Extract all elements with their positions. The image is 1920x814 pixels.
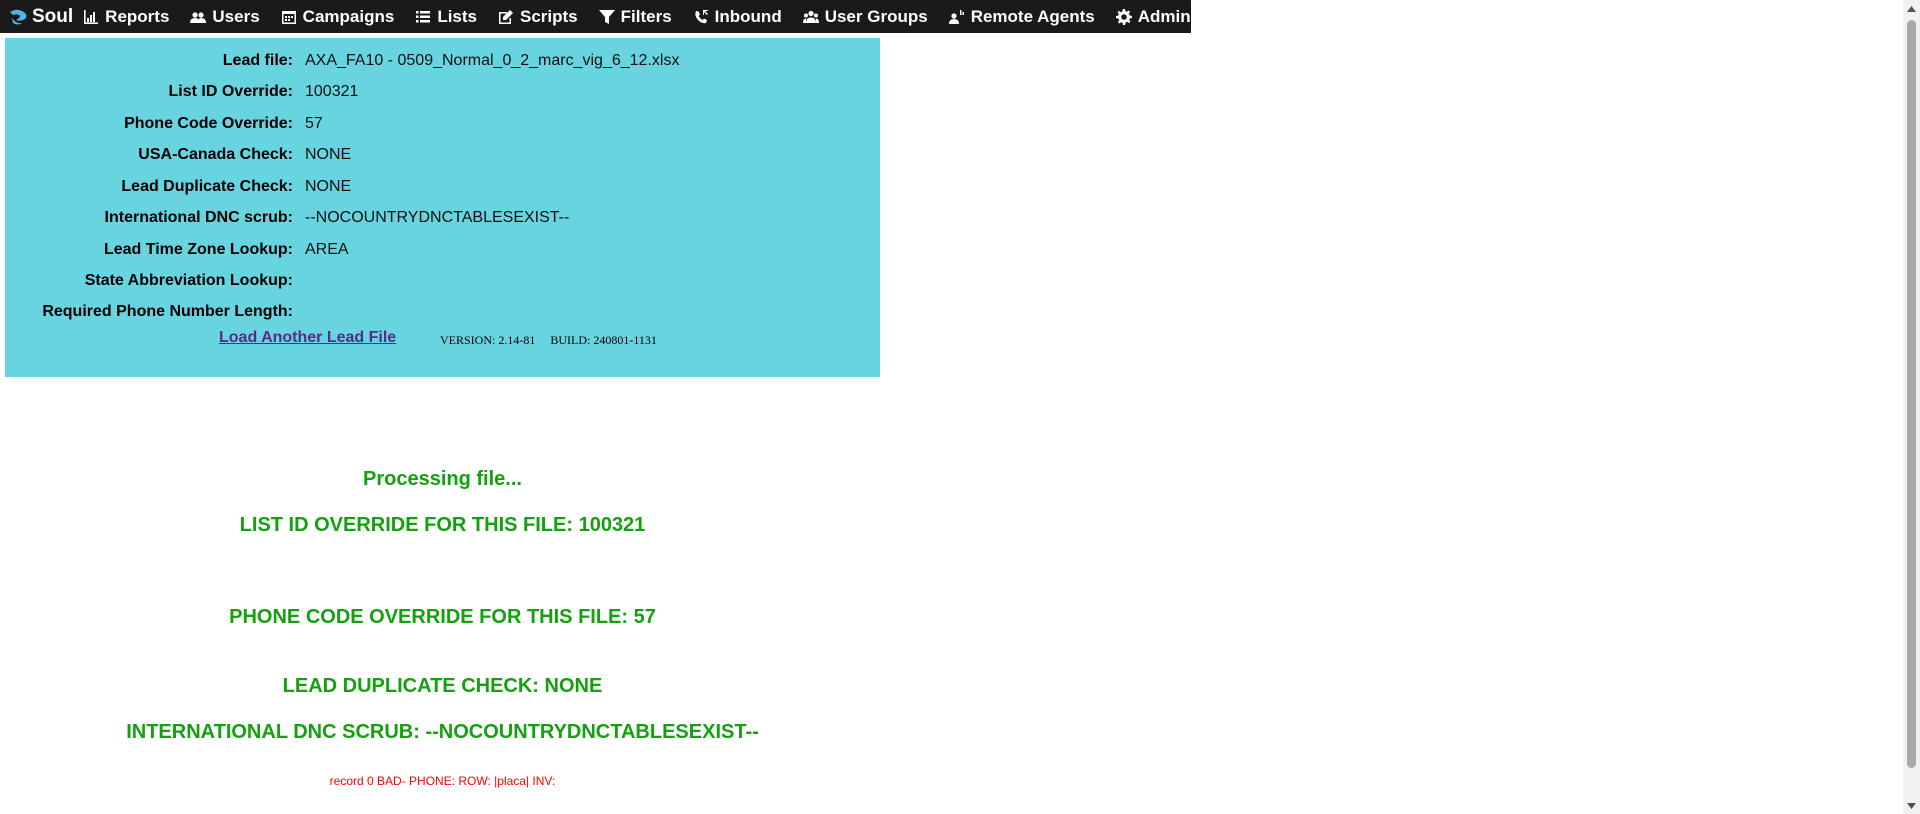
nav-item-campaigns[interactable]: Campaigns <box>280 0 395 33</box>
info-label: Lead Duplicate Check: <box>121 177 293 195</box>
info-label: Lead Time Zone Lookup: <box>103 240 293 258</box>
info-label: State Abbreviation Lookup: <box>84 271 293 289</box>
info-value: 57 <box>305 114 323 132</box>
info-value: --NOCOUNTRYDNCTABLESEXIST-- <box>305 208 570 226</box>
record-error-message: record 0 BAD- PHONE: ROW: |placa| INV: <box>329 774 556 788</box>
nav-label: Lists <box>437 6 477 26</box>
nav-label: Filters <box>620 6 672 26</box>
nav-label: User Groups <box>824 6 928 26</box>
remote-agent-icon <box>948 8 966 26</box>
page: Soul Reports Users Campaigns Lists Scrip… <box>0 0 1920 814</box>
lead-duplicate-check-message: LEAD DUPLICATE CHECK: NONE <box>282 675 603 697</box>
nav-item-scripts[interactable]: Scripts <box>497 0 578 33</box>
info-value: AREA <box>305 240 349 258</box>
nav-item-user-groups[interactable]: User Groups <box>802 0 928 33</box>
nav-label: Users <box>212 6 260 26</box>
info-value: 100321 <box>305 82 359 100</box>
nav-label: Reports <box>105 6 170 26</box>
nav-item-admin[interactable]: Admin <box>1115 0 1191 33</box>
lead-file-info-panel: Lead file: AXA_FA10 - 0509_Normal_0_2_ma… <box>5 38 880 377</box>
info-row-list-id-override: List ID Override: 100321 <box>5 76 880 107</box>
gear-icon <box>1115 8 1133 26</box>
nav-label: Inbound <box>714 6 782 26</box>
load-another-lead-file-link[interactable]: Load Another Lead File <box>219 329 396 347</box>
users-icon <box>189 8 207 26</box>
scrollbar-thumb[interactable] <box>1907 20 1916 768</box>
info-row-state-abbreviation-lookup: State Abbreviation Lookup: <box>5 265 880 296</box>
calendar-icon <box>280 8 298 26</box>
info-row-lead-file: Lead file: AXA_FA10 - 0509_Normal_0_2_ma… <box>5 45 880 76</box>
vertical-scrollbar[interactable] <box>1903 0 1920 814</box>
filter-icon <box>598 8 616 26</box>
version-build-text: VERSION: 2.14-81 BUILD: 240801-1131 <box>440 333 657 347</box>
nav-item-inbound[interactable]: Inbound <box>692 0 782 33</box>
nav-item-lists[interactable]: Lists <box>414 0 477 33</box>
info-row-lead-time-zone-lookup: Lead Time Zone Lookup: AREA <box>5 234 880 265</box>
nav-label: Admin <box>1137 6 1191 26</box>
nav-label: Scripts <box>520 6 578 26</box>
info-label: Lead file: <box>222 51 293 69</box>
info-label: List ID Override: <box>168 82 293 100</box>
info-row-phone-code-override: Phone Code Override: 57 <box>5 108 880 139</box>
info-label: Required Phone Number Length: <box>42 302 293 320</box>
scroll-down-arrow-icon[interactable] <box>1903 797 1920 814</box>
info-row-lead-duplicate-check: Lead Duplicate Check: NONE <box>5 171 880 202</box>
international-dnc-scrub-message: INTERNATIONAL DNC SCRUB: --NOCOUNTRYDNCT… <box>126 721 759 743</box>
phone-code-override-message: PHONE CODE OVERRIDE FOR THIS FILE: 57 <box>229 606 656 628</box>
info-label: USA-Canada Check: <box>138 145 293 163</box>
info-value: NONE <box>305 177 352 195</box>
nav-item-reports[interactable]: Reports <box>82 0 169 33</box>
info-label: International DNC scrub: <box>104 208 293 226</box>
processing-status: Processing file... <box>363 468 522 490</box>
scroll-up-arrow-icon[interactable] <box>1903 0 1920 17</box>
phone-incoming-icon <box>692 8 710 26</box>
list-id-override-message: LIST ID OVERRIDE FOR THIS FILE: 100321 <box>239 514 646 536</box>
info-value: NONE <box>305 145 352 163</box>
edit-icon <box>497 8 515 26</box>
nav-item-remote-agents[interactable]: Remote Agents <box>948 0 1095 33</box>
top-navigation-bar: Soul Reports Users Campaigns Lists Scrip… <box>0 0 1191 33</box>
user-group-icon <box>802 8 820 26</box>
nav-item-filters[interactable]: Filters <box>598 0 672 33</box>
bar-chart-icon <box>82 8 100 26</box>
soul-logo-icon <box>10 9 27 24</box>
info-row-usa-canada-check: USA-Canada Check: NONE <box>5 139 880 170</box>
brand-name: Soul <box>32 5 74 27</box>
info-row-required-phone-length: Required Phone Number Length: <box>5 296 880 327</box>
nav-label: Campaigns <box>302 6 395 26</box>
info-row-international-dnc-scrub: International DNC scrub: --NOCOUNTRYDNCT… <box>5 202 880 233</box>
list-icon <box>414 8 432 26</box>
brand-logo[interactable]: Soul <box>0 6 73 28</box>
info-label: Phone Code Override: <box>124 114 293 132</box>
nav-label: Remote Agents <box>970 6 1095 26</box>
info-value: AXA_FA10 - 0509_Normal_0_2_marc_vig_6_12… <box>305 51 680 69</box>
nav-item-users[interactable]: Users <box>189 0 260 33</box>
